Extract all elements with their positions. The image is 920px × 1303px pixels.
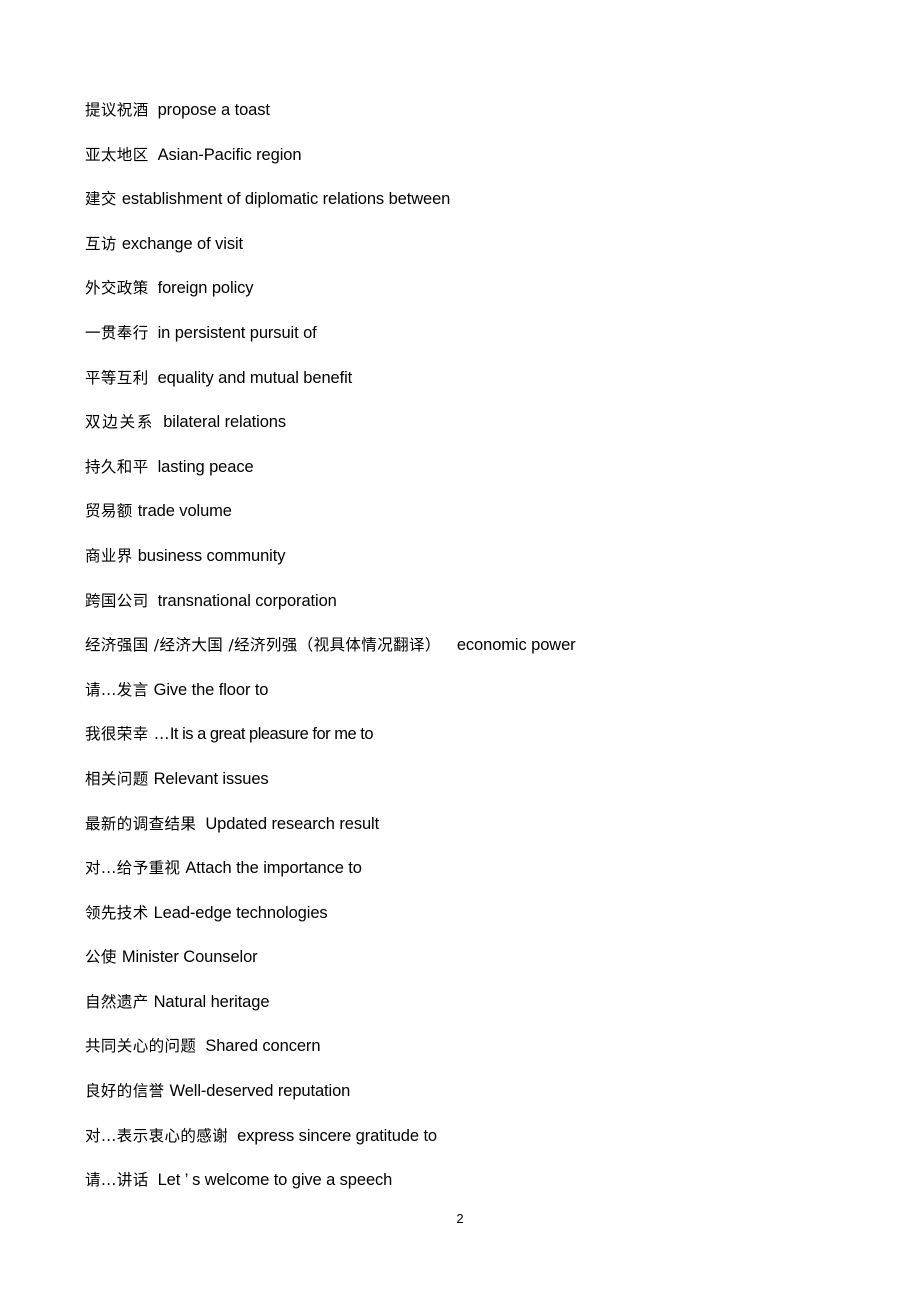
glossary-entry: 请…讲话 Let ’ s welcome to give a speech — [85, 1158, 875, 1203]
glossary-entry: 建交 establishment of diplomatic relations … — [85, 177, 875, 222]
glossary-term: 相关问题 — [85, 769, 149, 788]
glossary-term: 双边关系 — [85, 413, 155, 432]
glossary-entry: 双边关系 bilateral relations — [85, 400, 875, 445]
glossary-term: 一贯奉行 — [85, 323, 149, 342]
glossary-entry: 贸易额 trade volume — [85, 489, 875, 534]
glossary-term: 建交 — [85, 190, 117, 209]
glossary-term: 提议祝酒 — [85, 101, 149, 119]
glossary-definition: It is a great pleasure for me to — [169, 725, 374, 744]
glossary-entry: 提议祝酒 propose a toast — [85, 88, 875, 133]
glossary-entry: 商业界 business community — [85, 534, 875, 579]
glossary-term: 共同关心的问题 — [85, 1037, 197, 1056]
glossary-definition: Updated research result — [205, 814, 380, 833]
glossary-entry: 共同关心的问题 Shared concern — [85, 1024, 875, 1069]
glossary-entry: 对…给予重视 Attach the importance to — [85, 846, 875, 891]
glossary-term: 对…给予重视 — [85, 859, 181, 878]
glossary-definition: lasting peace — [157, 457, 254, 476]
glossary-definition: foreign policy — [157, 279, 254, 298]
glossary-entry: 平等互利 equality and mutual benefit — [85, 356, 875, 401]
glossary-term: 外交政策 — [85, 279, 149, 298]
glossary-definition: establishment of diplomatic relations be… — [121, 190, 451, 209]
glossary-definition: equality and mutual benefit — [157, 368, 353, 387]
glossary-definition: Shared concern — [205, 1037, 321, 1056]
glossary-entry: 相关问题 Relevant issues — [85, 757, 875, 802]
glossary-term: 领先技术 — [85, 903, 149, 922]
glossary-definition: Let ’ s welcome to give a speech — [157, 1171, 393, 1190]
glossary-definition: Lead-edge technologies — [153, 903, 328, 922]
glossary-definition: Give the floor to — [153, 680, 269, 699]
glossary-term: 请…讲话 — [85, 1171, 149, 1190]
glossary-definition: Attach the importance to — [185, 859, 362, 878]
glossary-term: 请…发言 — [85, 680, 149, 699]
glossary-entry: 跨国公司 transnational corporation — [85, 579, 875, 624]
glossary-definition: propose a toast — [157, 101, 270, 119]
glossary-entry: 一贯奉行 in persistent pursuit of — [85, 311, 875, 356]
glossary-entry: 最新的调查结果 Updated research result — [85, 802, 875, 847]
glossary-term: 商业界 — [85, 546, 133, 565]
glossary-definition: bilateral relations — [163, 413, 287, 432]
document-page: 提议祝酒 propose a toast 亚太地区 Asian-Pacific reg… — [0, 0, 920, 1303]
glossary-entry: 领先技术 Lead-edge technologies — [85, 891, 875, 936]
glossary-entry: 公使 Minister Counselor — [85, 935, 875, 980]
glossary-term: 自然遗产 — [85, 992, 149, 1011]
glossary-term: 亚太地区 — [85, 145, 149, 164]
glossary-entry: 亚太地区 Asian-Pacific region — [85, 133, 875, 178]
glossary-term: 平等互利 — [85, 368, 149, 387]
glossary-definition: business community — [137, 546, 286, 565]
page-number: 2 — [456, 1211, 464, 1226]
glossary-definition: Natural heritage — [153, 992, 270, 1011]
glossary-entry: 外交政策 foreign policy — [85, 266, 875, 311]
glossary-entry: 我很荣幸 …It is a great pleasure for me to — [85, 712, 875, 757]
glossary-definition: economic power — [456, 636, 576, 655]
glossary-term: 经济强国 /经济大国 /经济列强（视具体情况翻译） — [85, 636, 441, 655]
glossary-term: 贸易额 — [85, 502, 133, 521]
glossary-entry: 良好的信誉 Well-deserved reputation — [85, 1069, 875, 1114]
glossary-entry: 请…发言 Give the floor to — [85, 668, 875, 713]
glossary-definition: Asian-Pacific region — [157, 145, 302, 164]
glossary-term: 公使 — [85, 948, 117, 967]
glossary-definition: transnational corporation — [157, 591, 337, 610]
glossary-list: 提议祝酒 propose a toast 亚太地区 Asian-Pacific reg… — [85, 88, 875, 1203]
glossary-term: 对…表示衷心的感谢 — [85, 1126, 229, 1145]
glossary-definition: Minister Counselor — [121, 948, 258, 967]
glossary-entry: 对…表示衷心的感谢 express sincere gratitude to — [85, 1114, 875, 1159]
glossary-definition: trade volume — [137, 502, 232, 521]
glossary-definition: exchange of visit — [121, 234, 244, 253]
glossary-term: 良好的信誉 — [85, 1082, 165, 1101]
glossary-entry: 持久和平 lasting peace — [85, 445, 875, 490]
glossary-entry: 互访 exchange of visit — [85, 222, 875, 267]
glossary-definition: express sincere gratitude to — [237, 1126, 437, 1145]
glossary-term: 我很荣幸 … — [85, 725, 170, 744]
glossary-definition: Relevant issues — [153, 769, 269, 788]
glossary-term: 持久和平 — [85, 457, 149, 476]
glossary-definition: Well-deserved reputation — [169, 1082, 351, 1101]
glossary-term: 互访 — [85, 234, 117, 253]
glossary-definition: in persistent pursuit of — [157, 323, 317, 342]
glossary-term: 跨国公司 — [85, 591, 149, 610]
glossary-entry: 经济强国 /经济大国 /经济列强（视具体情况翻译） economic power — [85, 623, 875, 668]
glossary-entry: 自然遗产 Natural heritage — [85, 980, 875, 1025]
glossary-term: 最新的调查结果 — [85, 814, 197, 833]
